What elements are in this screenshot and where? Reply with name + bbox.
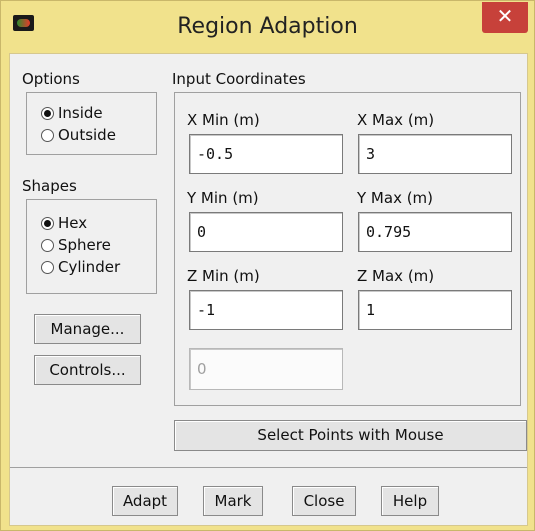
y-min-input[interactable]	[189, 212, 343, 252]
shape-sphere-label: Sphere	[58, 236, 111, 254]
options-group	[26, 92, 157, 155]
y-min-label: Y Min (m)	[187, 189, 259, 207]
dialog-body: Options Inside Outside Shapes Hex Sphere…	[9, 53, 528, 526]
radio-indicator	[41, 260, 54, 274]
shape-cylinder-radio[interactable]: Cylinder	[41, 257, 120, 277]
shape-hex-radio[interactable]: Hex	[41, 213, 87, 233]
shape-hex-label: Hex	[58, 214, 88, 232]
z-max-input[interactable]	[358, 290, 512, 330]
radio-indicator	[41, 238, 54, 252]
radio-indicator-selected	[41, 106, 54, 120]
shape-sphere-radio[interactable]: Sphere	[41, 235, 111, 255]
manage-button[interactable]: Manage...	[34, 314, 141, 344]
close-button[interactable]: Close	[292, 486, 356, 516]
help-button[interactable]: Help	[381, 486, 439, 516]
option-inside-radio[interactable]: Inside	[41, 103, 103, 123]
radio-indicator	[41, 128, 54, 142]
option-inside-label: Inside	[58, 104, 103, 122]
option-outside-label: Outside	[58, 126, 116, 144]
select-points-with-mouse-button[interactable]: Select Points with Mouse	[174, 420, 527, 451]
controls-button[interactable]: Controls...	[34, 355, 141, 385]
options-label: Options	[22, 70, 80, 88]
shape-cylinder-label: Cylinder	[58, 258, 121, 276]
y-max-input[interactable]	[358, 212, 512, 252]
footer-separator	[10, 467, 527, 468]
x-min-input[interactable]	[189, 134, 343, 174]
radius-input-disabled	[189, 348, 343, 390]
shapes-label: Shapes	[22, 177, 77, 195]
adapt-button[interactable]: Adapt	[112, 486, 178, 516]
input-coordinates-label: Input Coordinates	[172, 70, 306, 88]
z-min-input[interactable]	[189, 290, 343, 330]
region-adaption-dialog: Region Adaption ✕ Options Inside Outside…	[0, 0, 535, 531]
mark-button[interactable]: Mark	[203, 486, 263, 516]
x-max-label: X Max (m)	[357, 111, 435, 129]
y-max-label: Y Max (m)	[357, 189, 434, 207]
z-min-label: Z Min (m)	[187, 267, 260, 285]
x-max-input[interactable]	[358, 134, 512, 174]
z-max-label: Z Max (m)	[357, 267, 435, 285]
close-window-button[interactable]: ✕	[482, 2, 528, 33]
x-min-label: X Min (m)	[187, 111, 260, 129]
option-outside-radio[interactable]: Outside	[41, 125, 116, 145]
window-title: Region Adaption	[177, 14, 358, 39]
title-bar[interactable]: Region Adaption ✕	[1, 1, 534, 53]
radio-indicator-selected	[41, 216, 54, 230]
